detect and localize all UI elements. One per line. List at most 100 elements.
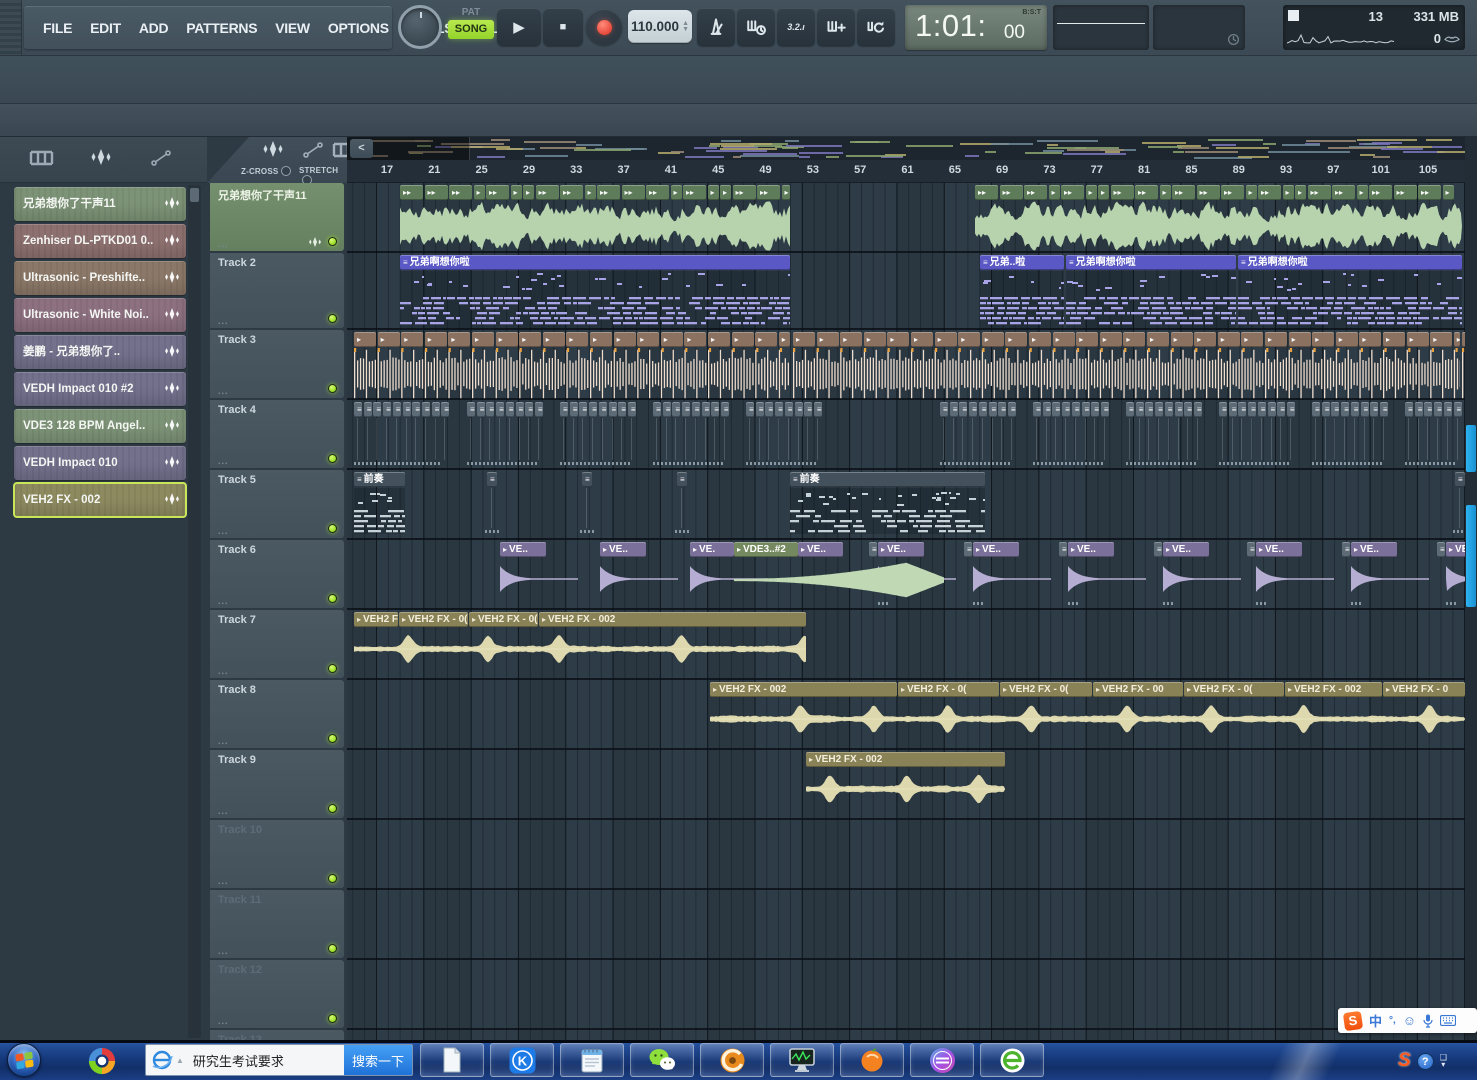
impact-clip[interactable]: ▸VE..: [600, 542, 646, 557]
pattern-stub[interactable]: ≡: [814, 402, 822, 417]
ime-emoji-button[interactable]: ☺: [1403, 1013, 1416, 1028]
tray-sogou-icon[interactable]: S: [1398, 1050, 1411, 1072]
pattern-stub[interactable]: ≡: [403, 402, 411, 417]
kick-clip[interactable]: ▸: [1171, 332, 1193, 347]
pattern-stub[interactable]: ≡: [1247, 542, 1255, 557]
pattern-stub[interactable]: ≡: [653, 402, 661, 417]
pattern-stub[interactable]: ≡: [628, 402, 636, 417]
fx-clip[interactable]: ▸VEH2 F): [354, 612, 398, 627]
pattern-stub[interactable]: ≡: [795, 402, 803, 417]
pattern-stub[interactable]: ≡: [1405, 402, 1413, 417]
pattern-stub[interactable]: ≡: [785, 402, 793, 417]
impact-clip[interactable]: ▸VE..: [1163, 542, 1209, 557]
track-header-7[interactable]: Track 7...: [210, 610, 344, 678]
kick-clip[interactable]: ▸: [1029, 332, 1051, 347]
fx-clip[interactable]: ▸VEH2 FX - 0(: [1184, 682, 1284, 697]
track-led[interactable]: [328, 314, 337, 323]
automation-tab-icon[interactable]: [150, 149, 172, 167]
tray-help-icon[interactable]: ?: [1417, 1053, 1434, 1070]
kick-clip[interactable]: ▸: [496, 332, 518, 347]
scroll-left-button[interactable]: <: [350, 139, 373, 158]
pattern-stub[interactable]: ≡: [1331, 402, 1339, 417]
kick-clip[interactable]: ▸: [590, 332, 612, 347]
kick-clip[interactable]: ▸: [1383, 332, 1405, 347]
kick-clip[interactable]: ▸: [1123, 332, 1145, 347]
kick-clip[interactable]: ▸: [401, 332, 423, 347]
stop-button[interactable]: ■: [543, 8, 583, 46]
audio-clip[interactable]: ▸▸: [1332, 185, 1355, 200]
pattern-stub[interactable]: ≡: [1126, 402, 1134, 417]
pattern-stub[interactable]: ≡: [477, 402, 485, 417]
pattern-stub[interactable]: ≡: [1258, 402, 1266, 417]
audio-clip[interactable]: ▸: [1160, 185, 1171, 200]
kick-clip[interactable]: ▸: [982, 332, 1004, 347]
intro-stub[interactable]: ≡: [582, 472, 592, 487]
audio-clip[interactable]: ▸▸: [1111, 185, 1134, 200]
audio-clip[interactable]: ▸: [708, 185, 719, 200]
taskbar-item-gom-player[interactable]: [700, 1043, 764, 1077]
track-header-3[interactable]: Track 3...: [210, 330, 344, 398]
picker-item-7[interactable]: VDE3 128 BPM Angel..: [14, 409, 186, 443]
playlist-minimap[interactable]: <: [347, 137, 1477, 160]
pattern-stub[interactable]: ≡: [579, 402, 587, 417]
pattern-stub[interactable]: ≡: [1248, 402, 1256, 417]
kick-clip[interactable]: ▸: [708, 332, 730, 347]
impact-clip[interactable]: ▸VE..: [798, 542, 843, 557]
audio-clip[interactable]: ▸: [1357, 185, 1368, 200]
pattern-stub[interactable]: ≡: [354, 402, 362, 417]
pattern-stub[interactable]: ≡: [1322, 402, 1330, 417]
audio-clip[interactable]: ▸: [1098, 185, 1109, 200]
kick-clip[interactable]: ▸: [1289, 332, 1311, 347]
ime-language-toggle[interactable]: 中: [1369, 1011, 1382, 1030]
zcross-checkbox[interactable]: [281, 166, 291, 176]
picker-scroll-handle[interactable]: [190, 188, 199, 202]
kick-clip[interactable]: ▸: [887, 332, 909, 347]
track-header-11[interactable]: Track 11...: [210, 890, 344, 958]
pattern-stub[interactable]: ≡: [1091, 402, 1099, 417]
track-header-2[interactable]: Track 2...: [210, 253, 344, 328]
song-mode-button[interactable]: SONG: [448, 20, 494, 39]
track-led[interactable]: [328, 804, 337, 813]
tempo-spinner[interactable]: ▲▼: [682, 21, 689, 33]
pattern-stub[interactable]: ≡: [535, 402, 543, 417]
track-led[interactable]: [328, 594, 337, 603]
kick-clip[interactable]: ▸: [1430, 332, 1452, 347]
pattern-stub[interactable]: ≡: [422, 402, 430, 417]
pattern-stub[interactable]: ≡: [364, 402, 372, 417]
kick-clip[interactable]: ▸: [543, 332, 565, 347]
pattern-stub[interactable]: ≡: [756, 402, 764, 417]
audio-clip[interactable]: ▸▸: [560, 185, 583, 200]
audio-clip[interactable]: ▸▸: [425, 185, 448, 200]
pattern-stub[interactable]: ≡: [1424, 402, 1432, 417]
pattern-stub[interactable]: ≡: [1052, 402, 1060, 417]
audio-clip[interactable]: ▸: [1443, 185, 1454, 200]
picker-item-1[interactable]: 兄弟想你了干声11: [14, 187, 186, 221]
pattern-stub[interactable]: ≡: [1043, 402, 1051, 417]
audio-clip[interactable]: ▸▸: [1135, 185, 1158, 200]
kick-clip[interactable]: ▸: [958, 332, 980, 347]
kick-clip[interactable]: ▸: [519, 332, 541, 347]
time-display[interactable]: 1:01: 00 B:S:T: [905, 5, 1047, 50]
fx-clip[interactable]: ▸VEH2 FX - 0(: [1000, 682, 1092, 697]
kick-clip[interactable]: ▸: [378, 332, 400, 347]
impact-clip[interactable]: ▸VE..: [1351, 542, 1397, 557]
pattern-stub[interactable]: ≡: [1165, 402, 1173, 417]
pattern-stub[interactable]: ≡: [1380, 402, 1388, 417]
kick-clip[interactable]: ▸: [1241, 332, 1263, 347]
pattern-stub[interactable]: ≡: [373, 402, 381, 417]
pattern-stub[interactable]: ≡: [618, 402, 626, 417]
ime-mic-icon[interactable]: [1423, 1014, 1433, 1028]
midi-clip[interactable]: ≡兄弟啊想你啦: [1238, 255, 1462, 270]
loop-record-button[interactable]: [857, 8, 895, 46]
pattern-stub[interactable]: ≡: [1229, 402, 1237, 417]
pattern-stub[interactable]: ≡: [1155, 402, 1163, 417]
track-led[interactable]: [328, 944, 337, 953]
midi-clip-body[interactable]: [400, 271, 790, 328]
automation-mode-icon[interactable]: [302, 141, 324, 159]
pattern-stub[interactable]: ≡: [964, 542, 972, 557]
pattern-stub[interactable]: ≡: [560, 402, 568, 417]
pattern-stub[interactable]: ≡: [1437, 542, 1445, 557]
audio-clip[interactable]: ▸: [1246, 185, 1257, 200]
audio-clip[interactable]: ▸▸: [1418, 185, 1441, 200]
track-header-12[interactable]: Track 12...: [210, 960, 344, 1028]
